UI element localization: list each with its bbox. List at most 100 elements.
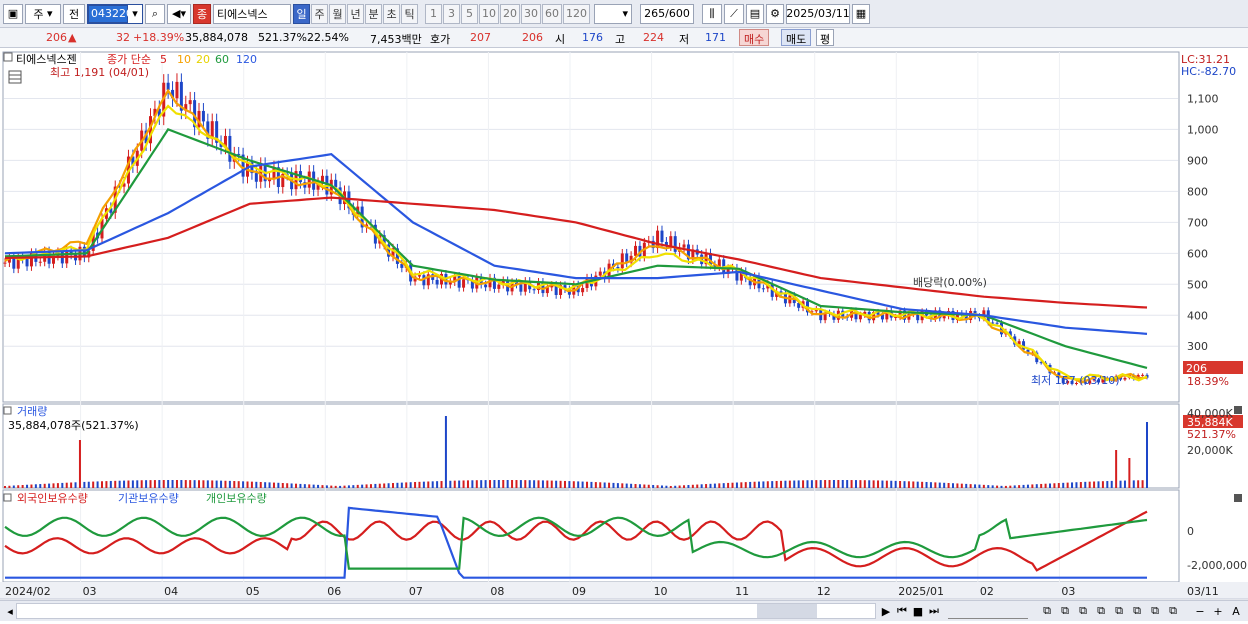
ma-legend-20: 20 xyxy=(196,53,210,66)
amount-value: 7,453백만 xyxy=(370,33,422,46)
period-select[interactable]: 주 ▾ xyxy=(25,3,61,24)
zoom-tool-icon[interactable]: ⧉ xyxy=(1076,603,1090,619)
volume-bar xyxy=(1009,485,1012,488)
count-value: 265 xyxy=(644,7,666,20)
tab-interval-6[interactable]: 60 xyxy=(542,3,562,24)
volume-bar xyxy=(541,480,544,488)
gear-icon[interactable]: ⚙ xyxy=(766,3,784,24)
tab-period-6[interactable]: 틱 xyxy=(401,3,418,24)
tab-interval-3[interactable]: 10 xyxy=(479,3,499,24)
chart-svg[interactable]: 1,1001,000900800700600500400300 2024/02 0… xyxy=(0,48,1248,621)
avg-button[interactable]: 평 xyxy=(816,29,835,46)
volume-bar xyxy=(832,480,835,488)
volume-bar xyxy=(83,481,86,488)
play-icon[interactable]: ▶ xyxy=(880,603,892,619)
volume-bar xyxy=(325,485,328,488)
zoom-slider[interactable] xyxy=(948,603,1028,619)
volume-bar xyxy=(396,482,399,488)
candle-body xyxy=(254,173,258,182)
volume-bar xyxy=(1141,480,1144,488)
volume-bar xyxy=(996,485,999,488)
volume-bar xyxy=(780,480,783,488)
table-view-icon[interactable] xyxy=(8,70,22,84)
volume-bar xyxy=(987,485,990,488)
volume-bar xyxy=(907,481,910,488)
draw-tool-icon[interactable]: ⟋ xyxy=(724,3,744,24)
sell-button[interactable]: 매도 xyxy=(781,29,812,46)
tab-period-5[interactable]: 초 xyxy=(383,3,400,24)
layout-icon[interactable]: ▣ xyxy=(3,3,23,24)
volume-bar xyxy=(678,485,681,488)
volume-bar xyxy=(625,483,628,488)
zoom-out-icon[interactable]: − xyxy=(1194,603,1206,619)
tab-period-2[interactable]: 월 xyxy=(329,3,346,24)
tab-interval-1[interactable]: 3 xyxy=(443,3,460,24)
tab-interval-7[interactable]: 120 xyxy=(563,3,590,24)
volume-bar xyxy=(30,484,33,488)
volume-bar xyxy=(484,480,487,488)
close-icon[interactable] xyxy=(1234,494,1242,502)
tab-period-0[interactable]: 일 xyxy=(293,3,310,24)
tab-interval-0[interactable]: 1 xyxy=(425,3,442,24)
volume-bar xyxy=(502,480,505,488)
scrollbar-thumb[interactable] xyxy=(757,604,817,618)
first-icon[interactable]: ⏮ xyxy=(895,603,909,619)
x-tick-label: 2025/01 xyxy=(898,585,944,598)
code-input[interactable]: 043220 ▾ xyxy=(87,3,143,24)
font-size-icon[interactable]: A xyxy=(1230,603,1242,619)
close-icon[interactable] xyxy=(1234,406,1242,414)
zoom-tool-icon[interactable]: ⧉ xyxy=(1058,603,1072,619)
last-icon[interactable]: ⏭ xyxy=(927,603,941,619)
zoom-tool-icon[interactable]: ⧉ xyxy=(1148,603,1162,619)
volume-bar xyxy=(660,485,663,488)
zoom-tool-icon[interactable]: ⧉ xyxy=(1040,603,1054,619)
tab-interval-4[interactable]: 20 xyxy=(500,3,520,24)
volume-bar xyxy=(753,481,756,488)
volume-bar xyxy=(828,480,831,488)
x-tick-label: 03 xyxy=(1061,585,1075,598)
zoom-tool-icon[interactable]: ⧉ xyxy=(1166,603,1180,619)
volume-bar xyxy=(87,481,90,488)
zoom-tool-icon[interactable]: ⧉ xyxy=(1130,603,1144,619)
stop-icon[interactable]: ■ xyxy=(912,603,924,619)
custom-interval-select[interactable]: ▾ xyxy=(594,3,632,24)
volume-bar xyxy=(603,482,606,488)
stock-name-field[interactable]: 티에스넥스 xyxy=(213,3,291,24)
code-value: 043220 xyxy=(88,4,133,23)
zoom-in-icon[interactable]: + xyxy=(1212,603,1224,619)
zoom-tool-icon[interactable]: ⧉ xyxy=(1094,603,1108,619)
tab-period-4[interactable]: 분 xyxy=(365,3,382,24)
speaker-icon[interactable]: ◀▾ xyxy=(167,3,191,24)
scrollbar-track[interactable] xyxy=(16,603,876,619)
bid-value: 206 xyxy=(522,31,543,44)
chart-area[interactable]: 1,100 1,000 900 800 700 600 500 400 300 2024/02 0… xyxy=(0,48,1248,621)
tab-period-3[interactable]: 년 xyxy=(347,3,364,24)
calendar-icon[interactable]: ▦ xyxy=(852,3,870,24)
ma-legend-120: 120 xyxy=(236,53,257,66)
hoga-label: 호가 xyxy=(430,33,451,46)
tab-period-1[interactable]: 주 xyxy=(311,3,328,24)
candle-type-icon[interactable]: ⫼ xyxy=(702,3,722,24)
prev-select[interactable]: 전 xyxy=(63,3,85,24)
scroll-left-icon[interactable]: ◂ xyxy=(4,603,16,619)
date-field[interactable]: 2025/03/11 xyxy=(786,3,850,24)
volume-bar xyxy=(1093,481,1096,488)
volume-bar xyxy=(700,484,703,488)
search-icon[interactable]: ⌕ xyxy=(145,3,165,24)
volume-bar xyxy=(903,481,906,488)
save-icon[interactable]: ▤ xyxy=(746,3,764,24)
open-value: 176 xyxy=(582,31,603,44)
count-max: /600 xyxy=(665,7,690,20)
tab-interval-2[interactable]: 5 xyxy=(461,3,478,24)
volume-bar xyxy=(1088,481,1091,488)
volume-bar xyxy=(1084,481,1087,488)
volume-bar xyxy=(951,483,954,488)
tab-interval-5[interactable]: 30 xyxy=(521,3,541,24)
volume-bar xyxy=(43,483,46,488)
volume-bar xyxy=(114,480,117,488)
buy-button[interactable]: 매수 xyxy=(739,29,770,46)
volume-bar xyxy=(202,480,205,488)
candle-body xyxy=(228,135,232,162)
count-field[interactable]: 265/600 xyxy=(640,3,694,24)
zoom-tool-icon[interactable]: ⧉ xyxy=(1112,603,1126,619)
